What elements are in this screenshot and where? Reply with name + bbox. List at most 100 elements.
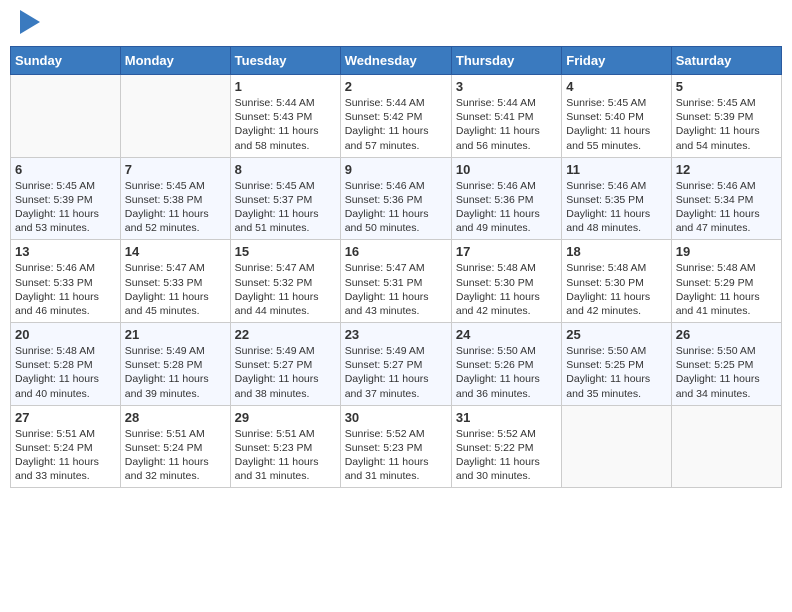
- day-number: 28: [125, 410, 226, 425]
- day-info: Sunrise: 5:49 AM Sunset: 5:28 PM Dayligh…: [125, 344, 226, 401]
- day-number: 13: [15, 244, 116, 259]
- day-info: Sunrise: 5:48 AM Sunset: 5:29 PM Dayligh…: [676, 261, 777, 318]
- day-info: Sunrise: 5:52 AM Sunset: 5:23 PM Dayligh…: [345, 427, 447, 484]
- day-header-monday: Monday: [120, 47, 230, 75]
- day-header-saturday: Saturday: [671, 47, 781, 75]
- calendar-cell: [671, 405, 781, 488]
- day-header-wednesday: Wednesday: [340, 47, 451, 75]
- day-info: Sunrise: 5:44 AM Sunset: 5:41 PM Dayligh…: [456, 96, 557, 153]
- calendar-cell: 25 Sunrise: 5:50 AM Sunset: 5:25 PM Dayli…: [562, 323, 671, 406]
- calendar-cell: 4 Sunrise: 5:45 AM Sunset: 5:40 PM Daylig…: [562, 75, 671, 158]
- day-info: Sunrise: 5:46 AM Sunset: 5:33 PM Dayligh…: [15, 261, 116, 318]
- day-number: 1: [235, 79, 336, 94]
- calendar-week-4: 20 Sunrise: 5:48 AM Sunset: 5:28 PM Dayli…: [11, 323, 782, 406]
- day-info: Sunrise: 5:46 AM Sunset: 5:34 PM Dayligh…: [676, 179, 777, 236]
- day-number: 10: [456, 162, 557, 177]
- day-info: Sunrise: 5:50 AM Sunset: 5:25 PM Dayligh…: [566, 344, 666, 401]
- day-number: 25: [566, 327, 666, 342]
- calendar-cell: 7 Sunrise: 5:45 AM Sunset: 5:38 PM Daylig…: [120, 157, 230, 240]
- day-info: Sunrise: 5:47 AM Sunset: 5:31 PM Dayligh…: [345, 261, 447, 318]
- calendar-cell: 10Sunrise: 5:46 AM Sunset: 5:36 PM Dayli…: [451, 157, 561, 240]
- calendar-week-2: 6 Sunrise: 5:45 AM Sunset: 5:39 PM Daylig…: [11, 157, 782, 240]
- day-info: Sunrise: 5:45 AM Sunset: 5:37 PM Dayligh…: [235, 179, 336, 236]
- day-info: Sunrise: 5:49 AM Sunset: 5:27 PM Dayligh…: [345, 344, 447, 401]
- day-number: 23: [345, 327, 447, 342]
- day-number: 7: [125, 162, 226, 177]
- calendar-cell: 27 Sunrise: 5:51 AM Sunset: 5:24 PM Dayli…: [11, 405, 121, 488]
- day-number: 29: [235, 410, 336, 425]
- day-number: 26: [676, 327, 777, 342]
- day-info: Sunrise: 5:51 AM Sunset: 5:24 PM Dayligh…: [15, 427, 116, 484]
- day-info: Sunrise: 5:50 AM Sunset: 5:25 PM Dayligh…: [676, 344, 777, 401]
- day-info: Sunrise: 5:49 AM Sunset: 5:27 PM Dayligh…: [235, 344, 336, 401]
- day-info: Sunrise: 5:45 AM Sunset: 5:39 PM Dayligh…: [15, 179, 116, 236]
- day-header-thursday: Thursday: [451, 47, 561, 75]
- day-number: 16: [345, 244, 447, 259]
- day-number: 21: [125, 327, 226, 342]
- calendar-cell: 3 Sunrise: 5:44 AM Sunset: 5:41 PM Daylig…: [451, 75, 561, 158]
- day-header-tuesday: Tuesday: [230, 47, 340, 75]
- day-info: Sunrise: 5:51 AM Sunset: 5:23 PM Dayligh…: [235, 427, 336, 484]
- day-number: 14: [125, 244, 226, 259]
- day-number: 11: [566, 162, 666, 177]
- calendar-cell: 30 Sunrise: 5:52 AM Sunset: 5:23 PM Dayli…: [340, 405, 451, 488]
- day-info: Sunrise: 5:45 AM Sunset: 5:38 PM Dayligh…: [125, 179, 226, 236]
- day-number: 4: [566, 79, 666, 94]
- calendar-cell: 21 Sunrise: 5:49 AM Sunset: 5:28 PM Dayli…: [120, 323, 230, 406]
- calendar-cell: 19 Sunrise: 5:48 AM Sunset: 5:29 PM Dayli…: [671, 240, 781, 323]
- day-header-friday: Friday: [562, 47, 671, 75]
- calendar-week-1: 1Sunrise: 5:44 AM Sunset: 5:43 PM Daylig…: [11, 75, 782, 158]
- calendar-cell: 14Sunrise: 5:47 AM Sunset: 5:33 PM Dayli…: [120, 240, 230, 323]
- calendar-cell: 29 Sunrise: 5:51 AM Sunset: 5:23 PM Dayli…: [230, 405, 340, 488]
- calendar-table: SundayMondayTuesdayWednesdayThursdayFrid…: [10, 46, 782, 488]
- day-number: 3: [456, 79, 557, 94]
- day-number: 19: [676, 244, 777, 259]
- day-info: Sunrise: 5:48 AM Sunset: 5:28 PM Dayligh…: [15, 344, 116, 401]
- page-header: [10, 10, 782, 38]
- day-number: 9: [345, 162, 447, 177]
- day-info: Sunrise: 5:51 AM Sunset: 5:24 PM Dayligh…: [125, 427, 226, 484]
- calendar-week-5: 27 Sunrise: 5:51 AM Sunset: 5:24 PM Dayli…: [11, 405, 782, 488]
- day-number: 12: [676, 162, 777, 177]
- calendar-cell: 8Sunrise: 5:45 AM Sunset: 5:37 PM Daylig…: [230, 157, 340, 240]
- calendar-cell: 23 Sunrise: 5:49 AM Sunset: 5:27 PM Dayli…: [340, 323, 451, 406]
- day-info: Sunrise: 5:45 AM Sunset: 5:40 PM Dayligh…: [566, 96, 666, 153]
- calendar-cell: 9 Sunrise: 5:46 AM Sunset: 5:36 PM Daylig…: [340, 157, 451, 240]
- calendar-cell: 22Sunrise: 5:49 AM Sunset: 5:27 PM Dayli…: [230, 323, 340, 406]
- day-number: 27: [15, 410, 116, 425]
- day-number: 5: [676, 79, 777, 94]
- day-number: 17: [456, 244, 557, 259]
- calendar-cell: 26 Sunrise: 5:50 AM Sunset: 5:25 PM Dayli…: [671, 323, 781, 406]
- day-number: 31: [456, 410, 557, 425]
- day-number: 15: [235, 244, 336, 259]
- day-number: 30: [345, 410, 447, 425]
- calendar-cell: 12 Sunrise: 5:46 AM Sunset: 5:34 PM Dayli…: [671, 157, 781, 240]
- calendar-cell: 16 Sunrise: 5:47 AM Sunset: 5:31 PM Dayli…: [340, 240, 451, 323]
- day-number: 6: [15, 162, 116, 177]
- day-info: Sunrise: 5:44 AM Sunset: 5:42 PM Dayligh…: [345, 96, 447, 153]
- calendar-week-3: 13 Sunrise: 5:46 AM Sunset: 5:33 PM Dayli…: [11, 240, 782, 323]
- calendar-cell: 20 Sunrise: 5:48 AM Sunset: 5:28 PM Dayli…: [11, 323, 121, 406]
- calendar-cell: 13 Sunrise: 5:46 AM Sunset: 5:33 PM Dayli…: [11, 240, 121, 323]
- day-header-sunday: Sunday: [11, 47, 121, 75]
- day-info: Sunrise: 5:48 AM Sunset: 5:30 PM Dayligh…: [566, 261, 666, 318]
- day-number: 2: [345, 79, 447, 94]
- day-info: Sunrise: 5:50 AM Sunset: 5:26 PM Dayligh…: [456, 344, 557, 401]
- day-info: Sunrise: 5:46 AM Sunset: 5:36 PM Dayligh…: [345, 179, 447, 236]
- calendar-cell: 24 Sunrise: 5:50 AM Sunset: 5:26 PM Dayli…: [451, 323, 561, 406]
- day-info: Sunrise: 5:52 AM Sunset: 5:22 PM Dayligh…: [456, 427, 557, 484]
- day-number: 18: [566, 244, 666, 259]
- logo: [18, 14, 40, 34]
- day-info: Sunrise: 5:46 AM Sunset: 5:35 PM Dayligh…: [566, 179, 666, 236]
- day-info: Sunrise: 5:48 AM Sunset: 5:30 PM Dayligh…: [456, 261, 557, 318]
- calendar-cell: 18 Sunrise: 5:48 AM Sunset: 5:30 PM Dayli…: [562, 240, 671, 323]
- calendar-cell: 1Sunrise: 5:44 AM Sunset: 5:43 PM Daylig…: [230, 75, 340, 158]
- calendar-header-row: SundayMondayTuesdayWednesdayThursdayFrid…: [11, 47, 782, 75]
- day-number: 20: [15, 327, 116, 342]
- calendar-cell: 28 Sunrise: 5:51 AM Sunset: 5:24 PM Dayli…: [120, 405, 230, 488]
- calendar-cell: 15Sunrise: 5:47 AM Sunset: 5:32 PM Dayli…: [230, 240, 340, 323]
- calendar-cell: [562, 405, 671, 488]
- day-number: 24: [456, 327, 557, 342]
- calendar-cell: [120, 75, 230, 158]
- calendar-cell: 2 Sunrise: 5:44 AM Sunset: 5:42 PM Daylig…: [340, 75, 451, 158]
